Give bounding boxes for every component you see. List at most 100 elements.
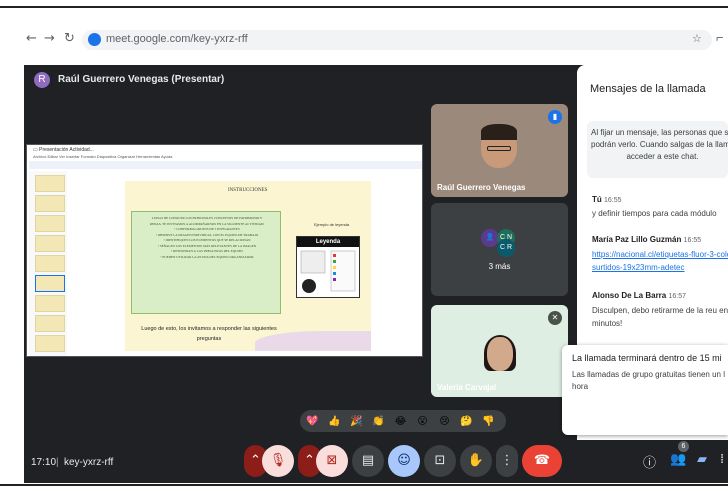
microphone-toggle-button[interactable]: 🎙 [262,445,294,477]
meeting-info-icon[interactable]: ⓘ [643,452,656,471]
chat-message-body: Disculpen, debo retirarme de la reu en u… [592,306,728,315]
reload-icon[interactable]: ↻ [64,31,75,46]
chevron-up-icon: ⌃ [304,453,315,468]
slide-thumbnail[interactable] [35,335,65,352]
chat-message-sender: Tú 16:55 [592,195,622,204]
chat-message-sender: María Paz Lillo Guzmán 16:55 [592,235,701,244]
captions-icon: ▤ [361,453,375,468]
slide-thumbnail[interactable] [35,255,65,272]
heart-reaction[interactable]: 💖 [304,413,321,430]
pinned-message-note: Al fijar un mensaje, las personas que se… [587,121,728,178]
notification-body: Las llamadas de grupo gratuitas tienen u… [572,369,725,393]
more-participants-tile[interactable]: 👤 C N C R 3 más [431,203,568,296]
slides-doc-title: ▭ Presentación Actividad... [33,147,94,153]
chevron-up-icon: ⌃ [250,453,261,468]
slide-thumbnail[interactable] [35,235,65,252]
call-ending-notification: La llamada terminará dentro de 15 mi Las… [562,345,728,435]
chat-message-link[interactable]: https://nacional.cl/etiquetas-fluor-3-co… [592,249,728,261]
present-icon: ⊡ [434,453,446,468]
participant-tile[interactable]: ✕ Valeria Carvajal [431,305,568,397]
legend-content-image [300,250,356,293]
chat-icon[interactable]: ▰ [697,452,707,467]
sender-name: Alonso De La Barra [592,291,667,300]
more-participants-label: 3 más [488,262,511,271]
legend-header: Leyenda [297,237,359,247]
instruction-line: • PUEDEN UTILIZAR LA AYUDA DEL EQUIPO OR… [160,254,254,259]
url-text[interactable]: meet.google.com/key-yxrz-rff [106,33,248,45]
participant-avatar: C R [497,239,515,257]
back-icon[interactable]: ← [26,31,37,46]
mic-off-icon: ✕ [548,311,562,325]
camera-toggle-button[interactable]: ⊠ [316,445,348,477]
separator: | [56,457,59,468]
participant-video-glasses [487,146,511,151]
bookmark-star-icon[interactable]: ☆ [692,32,702,45]
participant-tile[interactable]: ▮ Raúl Guerrero Venegas [431,104,568,197]
presenter-avatar: R [34,72,50,88]
pinned-note-text: Al fijar un mensaje, las personas que se… [591,127,728,163]
sad-reaction[interactable]: 😢 [436,413,453,430]
sender-name: Tú [592,195,602,204]
current-slide: INSTRUCCIONES LUEGO DE CONOCER LOS PRINC… [125,181,371,351]
note-line: acceder a este chat. [626,152,699,161]
speaking-indicator-icon: ▮ [548,110,562,124]
chat-message-link[interactable]: surtidos-19x23mm-adetec [592,262,684,274]
notification-line: hora [572,382,589,391]
activities-icon[interactable]: ⁞ [720,452,724,467]
instructions-box: LUEGO DE CONOCER LOS PRINCIPALES CONCEPT… [131,211,281,314]
clap-reaction[interactable]: 👏 [370,413,387,430]
legend-box: Leyenda [296,236,360,298]
slide-decoration [255,331,371,351]
participant-name: Valeria Carvajal [437,383,497,392]
thinking-reaction[interactable]: 🤔 [458,413,475,430]
message-time: 16:55 [683,237,702,244]
chat-message-body: minutos! [592,319,623,328]
slides-thumbnail-panel [29,171,67,356]
note-line: podrán verlo. Cuando salgas de la llamad… [591,140,728,149]
more-options-button[interactable]: ⋮ [496,445,518,477]
legend-example-label: Ejemplo de leyenda [314,222,350,227]
top-border [0,6,728,8]
message-time: 16:57 [668,293,687,300]
surprised-reaction[interactable]: 😮 [414,413,431,430]
slide-thumbnail[interactable] [35,315,65,332]
more-vertical-icon: ⋮ [500,453,514,468]
participant-video-hair [481,124,517,140]
instructions-text: LUEGO DE CONOCER LOS PRINCIPALES CONCEPT… [142,216,272,260]
people-icon[interactable]: 👥 [670,452,686,467]
reactions-bar: 💖 👍 🎉 👏 😂 😮 😢 🤔 👎 [300,410,506,432]
camera-off-icon: ⊠ [326,453,338,468]
leave-call-button[interactable]: ☎ [522,445,562,477]
captions-button[interactable]: ▤ [352,445,384,477]
raise-hand-button[interactable]: ✋ [460,445,492,477]
notification-title: La llamada terminará dentro de 15 mi [572,353,722,363]
slide-thumbnail[interactable] [35,295,65,312]
forward-icon[interactable]: → [44,31,55,46]
instruction-line: LUEGO DE CONOCER LOS PRINCIPALES CONCEPT… [151,216,263,220]
chat-message-sender: Alonso De La Barra 16:57 [592,291,686,300]
slides-toolbar [29,161,422,169]
notification-line: Las llamadas de grupo gratuitas tienen u… [572,370,725,379]
slide-thumbnail[interactable] [35,175,65,192]
participant-video [487,337,513,371]
emoji-icon: ☺ [397,453,411,468]
site-info-icon[interactable] [88,33,101,46]
chat-message-body: y definir tiempos para cada módulo [592,209,717,218]
reactions-button[interactable]: ☺ [388,445,420,477]
thumbs-down-reaction[interactable]: 👎 [480,413,497,430]
slide-thumbnail[interactable] [35,215,65,232]
sender-name: María Paz Lillo Guzmán [592,235,682,244]
thumbs-up-reaction[interactable]: 👍 [326,413,343,430]
browser-menu-edge: ⌐ [716,30,724,45]
screenshot-root: { "browser": { "url": "meet.google.com/k… [0,0,728,491]
slide-thumbnail-selected[interactable] [35,275,65,292]
meeting-clock: 17:10 [31,457,57,468]
slide-thumbnail[interactable] [35,195,65,212]
slides-menu-bar: Archivo Editar Ver Insertar Formato Diap… [33,154,173,159]
party-reaction[interactable]: 🎉 [348,413,365,430]
slide-heading: INSTRUCCIONES [228,188,268,193]
laugh-reaction[interactable]: 😂 [392,413,409,430]
hang-up-icon: ☎ [533,453,551,468]
present-screen-button[interactable]: ⊡ [424,445,456,477]
bottom-border [0,484,728,486]
